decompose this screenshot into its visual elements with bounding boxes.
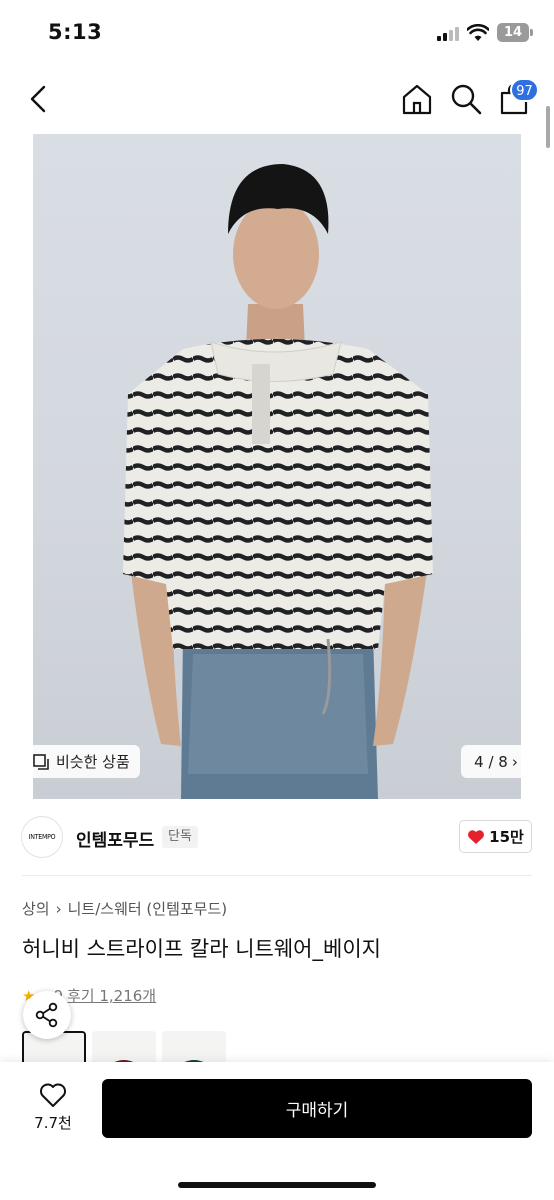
brand-like-count: 15만 bbox=[489, 828, 524, 846]
search-icon[interactable] bbox=[449, 82, 483, 116]
chevron-right-icon: › bbox=[511, 752, 518, 771]
breadcrumb: 상의 › 니트/스웨터 (인템포무드) bbox=[22, 898, 227, 919]
breadcrumb-item-subcategory[interactable]: 니트/스웨터 (인템포무드) bbox=[68, 898, 228, 919]
wishlist-button[interactable]: 7.7천 bbox=[22, 1082, 84, 1138]
heart-filled-icon bbox=[468, 829, 485, 844]
wishlist-count: 7.7천 bbox=[34, 1114, 72, 1132]
chevron-right-icon: › bbox=[55, 899, 62, 918]
scrollbar[interactable] bbox=[546, 106, 550, 148]
exclusive-badge: 단독 bbox=[162, 826, 198, 848]
home-icon[interactable] bbox=[400, 82, 434, 116]
home-indicator bbox=[178, 1182, 376, 1188]
top-nav bbox=[0, 68, 554, 130]
breadcrumb-item-category[interactable]: 상의 bbox=[22, 898, 50, 919]
battery-nub bbox=[530, 29, 533, 36]
battery-indicator: 14 bbox=[497, 23, 529, 42]
reviews-link[interactable]: 후기 1,216개 bbox=[67, 985, 156, 1006]
share-button[interactable] bbox=[23, 991, 71, 1039]
back-icon[interactable] bbox=[22, 80, 56, 118]
brand-logo[interactable]: INTEMPO bbox=[21, 816, 63, 858]
similar-products-label: 비슷한 상품 bbox=[56, 753, 130, 771]
brand-row: INTEMPO 인템포무드 단독 15만 bbox=[0, 812, 554, 864]
wifi-icon bbox=[467, 24, 489, 41]
model-photo bbox=[123, 164, 433, 799]
heart-outline-icon bbox=[40, 1083, 66, 1107]
copy-icon bbox=[33, 753, 49, 770]
cart-count-badge: 97 bbox=[510, 78, 539, 102]
bottom-action-bar: 7.7천 구매하기 bbox=[0, 1062, 554, 1200]
signal-icon bbox=[437, 27, 459, 41]
product-image[interactable] bbox=[33, 134, 521, 799]
image-page-counter[interactable]: 4 / 8 › bbox=[461, 745, 531, 778]
status-bar: 5:13 14 bbox=[0, 0, 554, 68]
product-title: 허니비 스트라이프 칼라 니트웨어_베이지 bbox=[22, 937, 381, 961]
buy-button[interactable]: 구매하기 bbox=[102, 1079, 532, 1138]
page-counter-text: 4 / 8 bbox=[474, 752, 508, 771]
status-time: 5:13 bbox=[48, 20, 103, 44]
similar-products-button[interactable]: 비슷한 상품 bbox=[22, 745, 140, 778]
share-icon bbox=[35, 1002, 58, 1028]
section-divider bbox=[22, 875, 532, 876]
brand-name[interactable]: 인템포무드 bbox=[76, 826, 154, 851]
brand-like-button[interactable]: 15만 bbox=[459, 820, 532, 853]
